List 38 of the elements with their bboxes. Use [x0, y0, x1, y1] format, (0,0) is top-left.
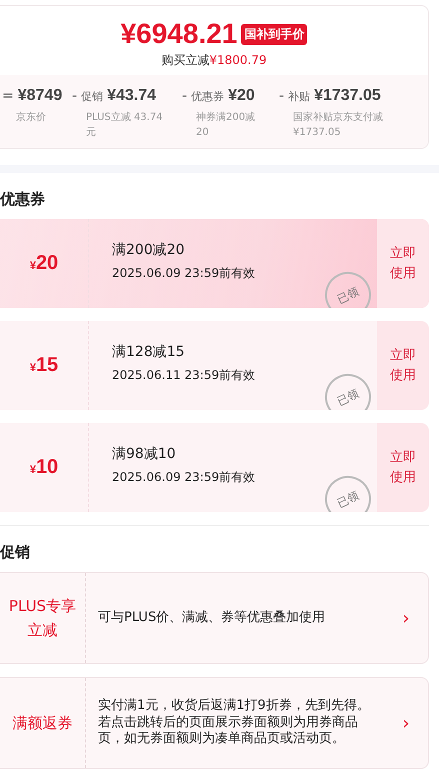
breakdown-label: 补贴 [288, 89, 310, 104]
coupon-condition: 满128减15 [112, 343, 186, 361]
promotion-tag: PLUS专享立减 [0, 573, 86, 663]
operator-sign: - [72, 88, 78, 104]
coupon-validity: 2025.06.09 23:59前有效 [112, 265, 256, 282]
coupon-value: ¥20 [30, 252, 58, 275]
breakdown-desc: 京东价 [16, 111, 47, 125]
operator-sign: - [279, 88, 284, 104]
promotion-text: 实付满1元，收货后返满1打9折券，先到先得。若点击跳转后的页面展示券面额则为用券商品页，如无券面额则为凑单商品页或活动页。 [97, 696, 371, 748]
promotion-card[interactable]: PLUS专享立减 可与PLUS价、满减、券等优惠叠加使用 › [0, 572, 429, 664]
use-now-button[interactable]: 立即使用 [377, 423, 429, 512]
breakdown-amount: ¥1737.05 [314, 87, 381, 105]
coupon-validity: 2025.06.09 23:59前有效 [112, 469, 256, 486]
breakdown-amount: ¥43.74 [107, 87, 156, 105]
chevron-icon: › [384, 678, 428, 768]
coupon-value: ¥10 [30, 456, 58, 479]
breakdown-label: 优惠券 [191, 89, 224, 104]
breakdown-desc: 国家补贴京东支付减¥1737.05 [293, 111, 384, 140]
coupon-condition: 满200减20 [112, 241, 186, 259]
use-now-button[interactable]: 立即使用 [377, 321, 429, 410]
breakdown-desc: 神券满200减20 [196, 111, 256, 140]
use-now-button[interactable]: 立即使用 [377, 219, 429, 308]
breakdown-amount: ¥20 [228, 87, 255, 105]
coupon-value: ¥15 [30, 354, 58, 377]
price-badge: 国补到手价 [241, 24, 308, 44]
promotion-card[interactable]: 满额返券 实付满1元，收货后返满1打9折券，先到先得。若点击跳转后的页面展示券面额则为用券商品页，如无券面额则为凑单商品页或活动页。 › [0, 677, 429, 769]
chevron-icon: › [384, 573, 428, 663]
breakdown-desc: PLUS立减 43.74元 [86, 111, 164, 140]
coupon-condition: 满98减10 [112, 445, 177, 463]
breakdown-label: 促销 [81, 89, 104, 104]
breakdown-amount: ¥8749 [18, 87, 62, 105]
promotion-tag: 满额返券 [0, 678, 86, 768]
coupon-validity: 2025.06.11 23:59前有效 [112, 367, 256, 384]
saving-text: 购买立减¥1800.79 [160, 52, 268, 69]
promotion-text: 可与PLUS价、满减、券等优惠叠加使用 [97, 608, 326, 627]
final-price: ¥6948.21 [120, 18, 238, 50]
operator-sign: = [2, 88, 14, 104]
operator-sign: - [182, 88, 188, 104]
